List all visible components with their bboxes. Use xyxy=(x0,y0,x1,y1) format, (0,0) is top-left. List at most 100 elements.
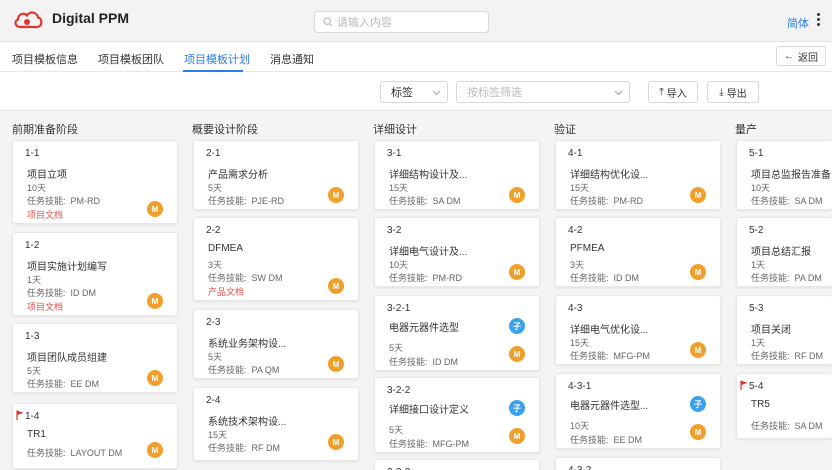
task-card[interactable]: 5-3 项目关闭 1天 任务技能: RF DM xyxy=(736,295,832,365)
assignee-avatar[interactable]: M xyxy=(509,264,525,280)
assignee-avatar[interactable]: M xyxy=(328,187,344,203)
task-skill: 任务技能: EE DM xyxy=(570,435,643,445)
task-duration: 15天 xyxy=(208,430,228,440)
assignee-avatar[interactable]: M xyxy=(147,442,163,458)
export-label: 导出 xyxy=(726,88,747,100)
task-name: 详细电气设计及... xyxy=(389,247,468,258)
task-duration: 5天 xyxy=(27,366,42,376)
task-name: 详细结构优化设... xyxy=(570,170,649,181)
task-id: 3-2 xyxy=(387,225,402,236)
back-button[interactable]: ← 返回 xyxy=(776,46,826,66)
task-card[interactable]: 1-1 项目立项 10天 任务技能: PM-RD 项目文档 M xyxy=(12,140,178,224)
task-duration: 15天 xyxy=(570,183,590,193)
tab-template-info[interactable]: 项目模板信息 xyxy=(12,51,78,67)
task-id: 3-1 xyxy=(387,148,402,159)
assignee-avatar[interactable]: M xyxy=(147,201,163,217)
more-menu-icon[interactable] xyxy=(817,13,821,27)
task-skill: 任务技能: ID DM xyxy=(389,357,459,367)
task-skill: 任务技能: PA DM xyxy=(751,273,822,283)
task-name: TR1 xyxy=(27,429,46,440)
assignee-avatar[interactable]: M xyxy=(509,346,525,362)
task-id: 5-4 xyxy=(749,381,764,392)
task-id: 4-3-1 xyxy=(568,381,592,392)
task-card[interactable]: 4-3-1 电器元器件选型... 10天 任务技能: EE DM 子 M xyxy=(555,373,721,449)
task-card[interactable]: 3-2-3 xyxy=(374,459,540,470)
task-card[interactable]: 2-2 DFMEA 3天 任务技能: SW DM 产品文档 M xyxy=(193,217,359,301)
column-title: 量产 xyxy=(735,124,757,136)
assignee-avatar[interactable]: M xyxy=(690,187,706,203)
search-icon xyxy=(323,17,333,27)
task-duration: 10天 xyxy=(27,183,47,193)
language-switch[interactable]: 简体 xyxy=(787,15,809,31)
chevron-down-icon xyxy=(614,90,623,96)
subtask-avatar[interactable]: 子 xyxy=(509,400,525,416)
tab-template-team[interactable]: 项目模板团队 xyxy=(98,51,164,67)
task-duration: 3天 xyxy=(570,260,585,270)
assignee-avatar[interactable]: M xyxy=(690,264,706,280)
task-name: 项目总监报告准备 xyxy=(751,170,831,181)
assignee-avatar[interactable]: M xyxy=(509,187,525,203)
task-card[interactable]: 4-3-2 xyxy=(555,457,721,470)
tab-notifications[interactable]: 消息通知 xyxy=(270,51,314,67)
assignee-avatar[interactable]: M xyxy=(328,434,344,450)
search-input[interactable]: 请输入内容 xyxy=(314,11,489,33)
task-id: 2-2 xyxy=(206,225,221,236)
assignee-avatar[interactable]: M xyxy=(328,356,344,372)
app-title: Digital PPM xyxy=(52,10,130,26)
assignee-avatar[interactable]: M xyxy=(328,278,344,294)
task-doc-link[interactable]: 项目文档 xyxy=(27,300,63,313)
assignee-avatar[interactable]: M xyxy=(690,342,706,358)
task-doc-link[interactable]: 产品文档 xyxy=(208,285,244,298)
task-duration: 10天 xyxy=(751,183,771,193)
kanban-board: 前期准备阶段 1-1 项目立项 10天 任务技能: PM-RD 项目文档 M 1… xyxy=(0,110,832,470)
task-card[interactable]: 3-2 详细电气设计及... 10天 任务技能: PM-RD M xyxy=(374,217,540,287)
task-duration: 5天 xyxy=(208,183,223,193)
import-label: 导入 xyxy=(666,88,687,100)
subtask-avatar[interactable]: 子 xyxy=(690,396,706,412)
tag-filter-select[interactable]: 按标签筛选 xyxy=(456,81,630,103)
task-card[interactable]: 5-2 项目总结汇报 1天 任务技能: PA DM xyxy=(736,217,832,287)
tab-template-plan[interactable]: 项目模板计划 xyxy=(184,51,250,67)
task-card[interactable]: 4-1 详细结构优化设... 15天 任务技能: PM-RD M xyxy=(555,140,721,210)
task-card[interactable]: 1-4 TR1 任务技能: LAYOUT DM M xyxy=(12,403,178,469)
task-duration: 1天 xyxy=(751,338,766,348)
task-card[interactable]: 2-4 系统技术架构设... 15天 任务技能: RF DM M xyxy=(193,387,359,461)
flag-icon xyxy=(740,380,748,390)
task-skill: 任务技能: RF DM xyxy=(208,443,281,453)
task-id: 2-1 xyxy=(206,148,221,159)
task-card[interactable]: 1-2 项目实施计划编写 1天 任务技能: ID DM 项目文档 M xyxy=(12,232,178,316)
task-name: 电器元器件选型 xyxy=(389,323,459,334)
subtask-avatar[interactable]: 子 xyxy=(509,318,525,334)
task-card[interactable]: 1-3 项目团队成员组建 5天 任务技能: EE DM M xyxy=(12,323,178,393)
import-button[interactable]: ⤒ 导入 xyxy=(648,81,698,103)
export-button[interactable]: ⤓ 导出 xyxy=(707,81,759,103)
download-icon: ⤓ xyxy=(719,86,724,98)
arrow-left-icon: ← xyxy=(784,50,794,62)
task-name: 产品需求分析 xyxy=(208,170,268,181)
task-name: TR5 xyxy=(751,399,770,410)
assignee-avatar[interactable]: M xyxy=(509,428,525,444)
assignee-avatar[interactable]: M xyxy=(147,293,163,309)
task-skill: 任务技能: SW DM xyxy=(208,273,283,283)
task-id: 4-1 xyxy=(568,148,583,159)
task-card[interactable]: 3-1 详细结构设计及... 15天 任务技能: SA DM M xyxy=(374,140,540,210)
task-skill: 任务技能: SA DM xyxy=(751,196,823,206)
task-duration: 1天 xyxy=(27,275,42,285)
assignee-avatar[interactable]: M xyxy=(147,370,163,386)
task-card[interactable]: 4-2 PFMEA 3天 任务技能: ID DM M xyxy=(555,217,721,287)
tab-bar: 项目模板信息 项目模板团队 项目模板计划 消息通知 xyxy=(0,42,832,72)
task-name: 项目实施计划编写 xyxy=(27,262,107,273)
task-card[interactable]: 2-1 产品需求分析 5天 任务技能: PJE-RD M xyxy=(193,140,359,210)
task-doc-link[interactable]: 项目文档 xyxy=(27,208,63,221)
task-card[interactable]: 5-4 TR5 任务技能: SA DM xyxy=(736,373,832,439)
task-card[interactable]: 3-2-1 电器元器件选型 5天 任务技能: ID DM 子 M xyxy=(374,295,540,371)
task-card[interactable]: 4-3 详细电气优化设... 15天 任务技能: MFG-PM M xyxy=(555,295,721,365)
assignee-avatar[interactable]: M xyxy=(690,424,706,440)
task-id: 4-3 xyxy=(568,303,583,314)
tag-select[interactable]: 标签 xyxy=(380,81,448,103)
task-id: 1-4 xyxy=(25,411,40,422)
task-card[interactable]: 2-3 系统业务架构设... 5天 任务技能: PA QM M xyxy=(193,309,359,379)
task-card[interactable]: 5-1 项目总监报告准备 10天 任务技能: SA DM xyxy=(736,140,832,210)
task-card[interactable]: 3-2-2 详细接口设计定义 5天 任务技能: MFG-PM 子 M xyxy=(374,377,540,453)
task-name: DFMEA xyxy=(208,243,243,254)
